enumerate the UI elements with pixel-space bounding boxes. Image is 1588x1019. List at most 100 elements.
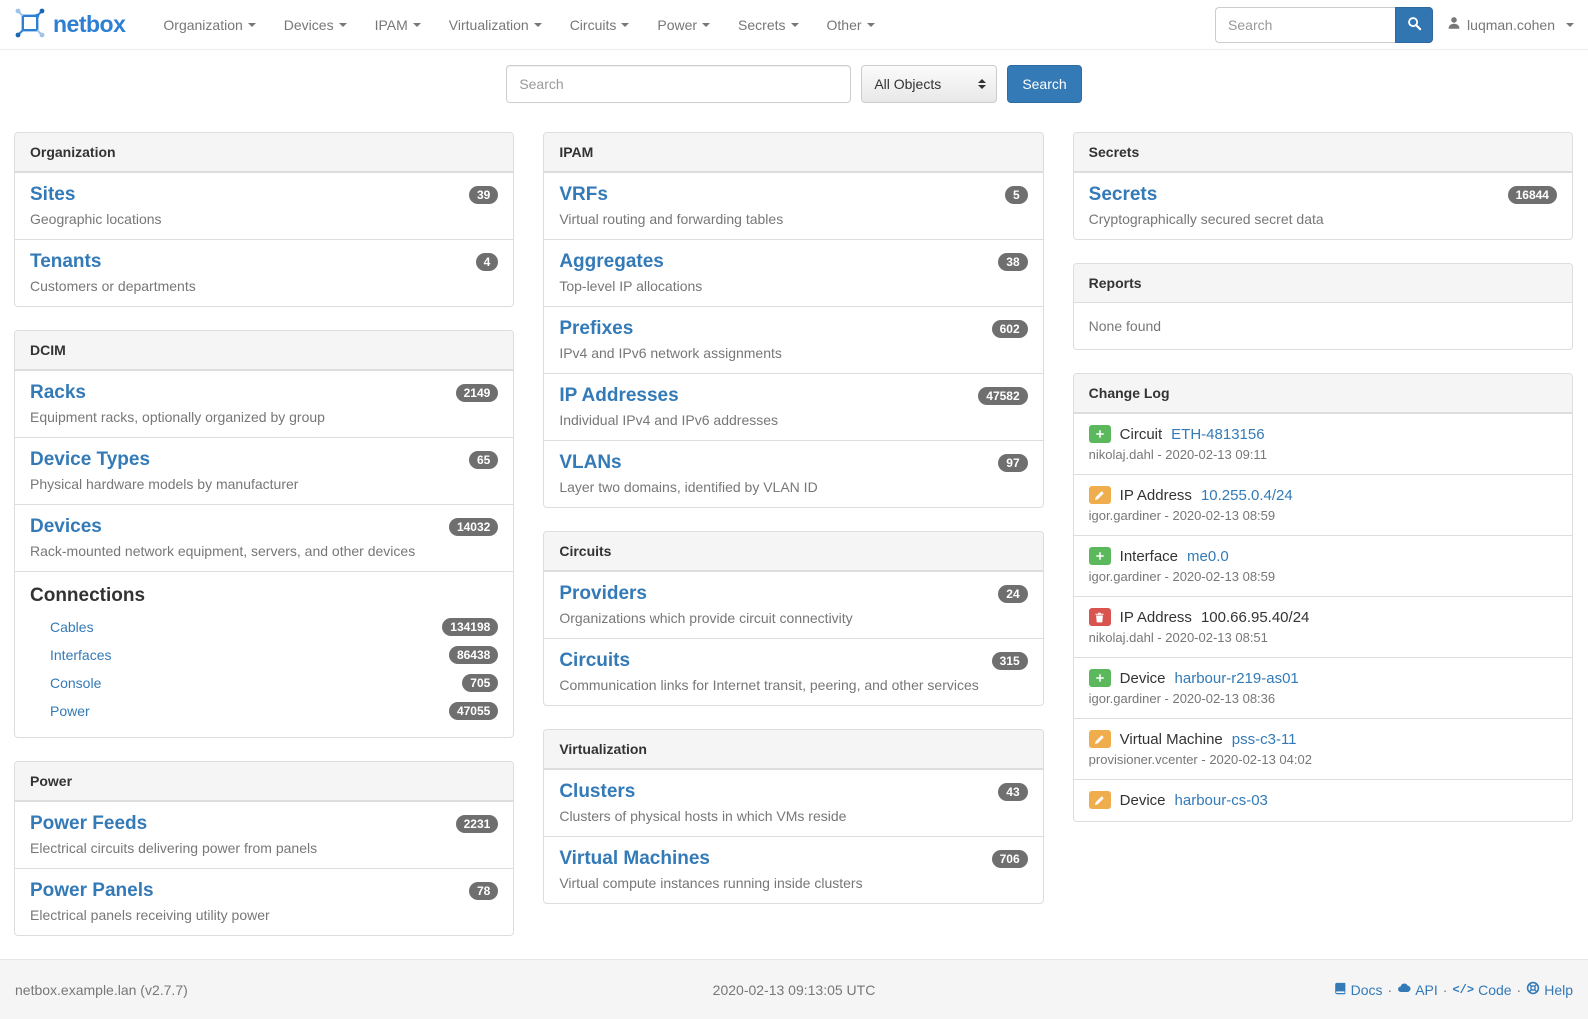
menu-label: Other (827, 17, 862, 33)
panel-reports: Reports None found (1073, 263, 1573, 350)
item-description: Communication links for Internet transit… (559, 677, 1027, 693)
footer: netbox.example.lan (v2.7.7) 2020-02-13 0… (0, 959, 1588, 1019)
chevron-down-icon (248, 23, 256, 27)
count-badge: 315 (992, 652, 1028, 670)
changelog-object-link[interactable]: ETH-4813156 (1171, 426, 1264, 443)
changelog-meta: igor.gardiner - 2020-02-13 08:36 (1089, 691, 1557, 706)
menu-devices[interactable]: Devices (270, 2, 361, 48)
item-description: Electrical panels receiving utility powe… (30, 907, 498, 923)
link-circuits[interactable]: Circuits (559, 650, 630, 672)
list-item: Aggregates 38 Top-level IP allocations (544, 239, 1042, 306)
changelog-object-link[interactable]: 10.255.0.4/24 (1201, 487, 1293, 504)
list-item: Sites 39 Geographic locations (15, 172, 513, 239)
page: netbox Organization Devices IPAM Virtual… (0, 0, 1588, 1019)
menu-power[interactable]: Power (643, 2, 724, 48)
menu-circuits[interactable]: Circuits (556, 2, 644, 48)
panel-title: Organization (15, 133, 513, 172)
menu-virtualization[interactable]: Virtualization (435, 2, 556, 48)
panel-title: Power (15, 762, 513, 801)
menu-ipam[interactable]: IPAM (361, 2, 435, 48)
changelog-object-link[interactable]: me0.0 (1187, 548, 1229, 565)
link-console[interactable]: Console (50, 675, 101, 691)
item-description: Layer two domains, identified by VLAN ID (559, 479, 1027, 495)
link-ip-addresses[interactable]: IP Addresses (559, 385, 678, 407)
list-item: Devices 14032 Rack-mounted network equip… (15, 504, 513, 571)
item-description: Physical hardware models by manufacturer (30, 476, 498, 492)
menu-organization[interactable]: Organization (149, 2, 269, 48)
link-secrets[interactable]: Secrets (1089, 184, 1158, 206)
changelog-meta: igor.gardiner - 2020-02-13 08:59 (1089, 569, 1557, 584)
link-power-connections[interactable]: Power (50, 703, 90, 719)
dashboard-content: Organization Sites 39 Geographic locatio… (0, 119, 1588, 959)
navbar-search-button[interactable] (1395, 7, 1433, 43)
changelog-object-link[interactable]: harbour-cs-03 (1175, 792, 1268, 809)
navbar-search-form (1215, 7, 1433, 43)
select-arrows-icon (978, 79, 986, 89)
item-description: Top-level IP allocations (559, 278, 1027, 294)
link-cables[interactable]: Cables (50, 619, 94, 635)
edit-icon (1089, 486, 1111, 504)
navbar-search-input[interactable] (1215, 7, 1395, 43)
code-icon: </> (1452, 983, 1474, 997)
panel-title: Secrets (1074, 133, 1572, 172)
link-prefixes[interactable]: Prefixes (559, 318, 633, 340)
link-power-panels[interactable]: Power Panels (30, 880, 154, 902)
menu-secrets[interactable]: Secrets (724, 2, 812, 48)
item-description: Customers or departments (30, 278, 498, 294)
changelog-object-link[interactable]: harbour-r219-as01 (1175, 670, 1299, 687)
brand-link[interactable]: netbox (14, 7, 125, 42)
link-interfaces[interactable]: Interfaces (50, 647, 111, 663)
navbar: netbox Organization Devices IPAM Virtual… (0, 0, 1588, 50)
user-menu[interactable]: luqman.cohen (1447, 16, 1574, 33)
list-item: Providers 24 Organizations which provide… (544, 571, 1042, 638)
menu-label: Power (657, 17, 697, 33)
link-vlans[interactable]: VLANs (559, 452, 621, 474)
changelog-entry: Circuit ETH-4813156 nikolaj.dahl - 2020-… (1074, 413, 1572, 474)
changelog-object-type: Device (1120, 670, 1166, 687)
changelog-entry: Device harbour-r219-as01 igor.gardiner -… (1074, 657, 1572, 718)
reports-empty-text: None found (1074, 303, 1572, 349)
item-description: Rack-mounted network equipment, servers,… (30, 543, 498, 559)
count-badge: 86438 (449, 646, 498, 664)
link-tenants[interactable]: Tenants (30, 251, 101, 273)
search-input[interactable] (506, 65, 851, 103)
changelog-entry: Interface me0.0 igor.gardiner - 2020-02-… (1074, 535, 1572, 596)
create-icon (1089, 547, 1111, 565)
list-item: Clusters 43 Clusters of physical hosts i… (544, 769, 1042, 836)
global-search-bar: All Objects Search (0, 50, 1588, 119)
panel-power: Power Power Feeds 2231 Electrical circui… (14, 761, 514, 936)
panel-changelog: Change Log Circuit ETH-4813156 nikolaj.d… (1073, 373, 1573, 822)
count-badge: 14032 (449, 518, 498, 536)
menu-label: IPAM (375, 17, 408, 33)
link-providers[interactable]: Providers (559, 583, 647, 605)
menu-label: Organization (163, 17, 242, 33)
search-submit-button[interactable]: Search (1007, 65, 1081, 103)
list-item: Power Panels 78 Electrical panels receiv… (15, 868, 513, 935)
edit-icon (1089, 791, 1111, 809)
link-virtual-machines[interactable]: Virtual Machines (559, 848, 710, 870)
link-sites[interactable]: Sites (30, 184, 75, 206)
menu-other[interactable]: Other (813, 2, 889, 48)
chevron-down-icon (413, 23, 421, 27)
link-power-feeds[interactable]: Power Feeds (30, 813, 147, 835)
menu-label: Circuits (570, 17, 617, 33)
changelog-object-link[interactable]: pss-c3-11 (1232, 731, 1297, 748)
count-badge: 47582 (978, 387, 1027, 405)
column-middle: IPAM VRFs 5 Virtual routing and forwardi… (543, 132, 1043, 927)
item-description: Virtual compute instances running inside… (559, 875, 1027, 891)
item-description: Virtual routing and forwarding tables (559, 211, 1027, 227)
link-device-types[interactable]: Device Types (30, 449, 150, 471)
item-description: Organizations which provide circuit conn… (559, 610, 1027, 626)
count-badge: 705 (462, 674, 498, 692)
changelog-meta: provisioner.vcenter - 2020-02-13 04:02 (1089, 752, 1557, 767)
changelog-object-type: IP Address (1120, 487, 1192, 504)
link-clusters[interactable]: Clusters (559, 781, 635, 803)
search-scope-select[interactable]: All Objects (861, 65, 997, 103)
link-devices[interactable]: Devices (30, 516, 102, 538)
menu-label: Virtualization (449, 17, 529, 33)
link-racks[interactable]: Racks (30, 382, 86, 404)
link-aggregates[interactable]: Aggregates (559, 251, 664, 273)
menu-label: Secrets (738, 17, 785, 33)
changelog-entry: IP Address 100.66.95.40/24 nikolaj.dahl … (1074, 596, 1572, 657)
link-vrfs[interactable]: VRFs (559, 184, 608, 206)
